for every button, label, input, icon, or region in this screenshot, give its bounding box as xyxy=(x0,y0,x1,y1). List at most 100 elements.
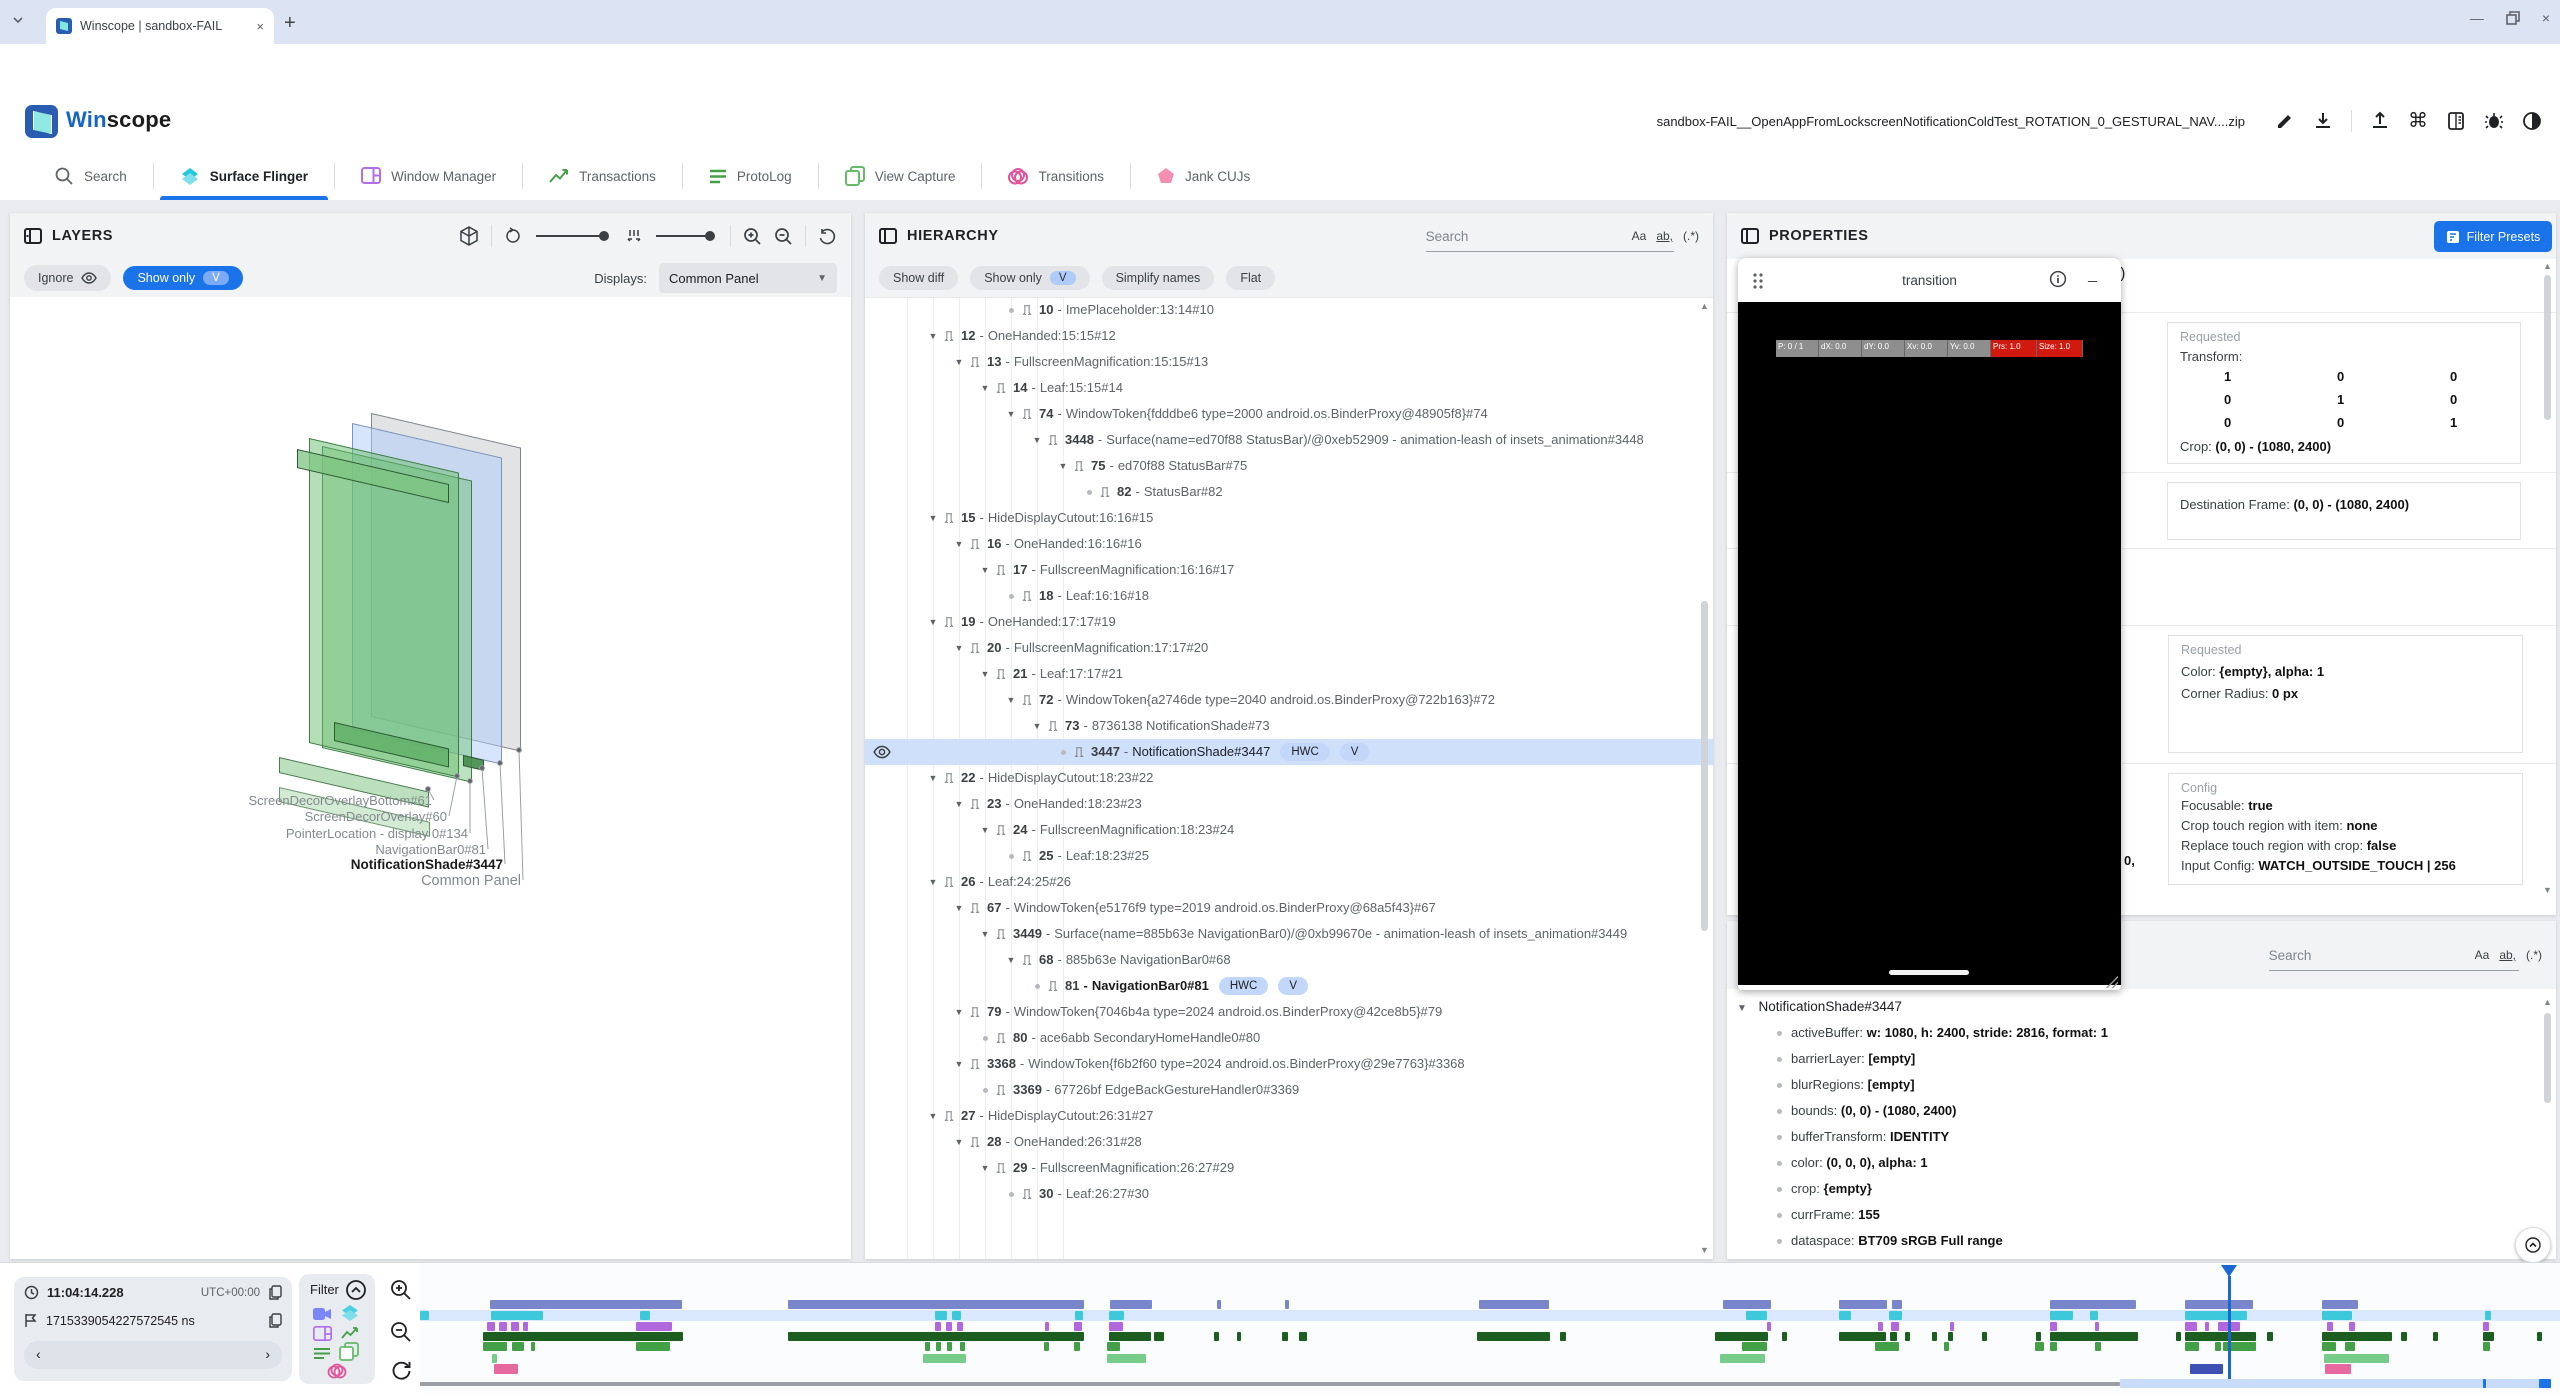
hierarchy-node-3447[interactable]: 3447-NotificationShade#3447HWCV xyxy=(865,739,1713,765)
protolog-track-segment[interactable] xyxy=(2215,1342,2221,1351)
panel-collapse-icon[interactable] xyxy=(879,227,897,245)
resize-handle-icon[interactable] xyxy=(2106,976,2118,988)
pin-icon[interactable] xyxy=(1021,843,1033,869)
pin-icon[interactable] xyxy=(969,1129,981,1155)
window-manager-track-segment[interactable] xyxy=(2185,1322,2197,1331)
protolog-track-segment[interactable] xyxy=(947,1342,952,1351)
transactions-track-segment[interactable] xyxy=(2176,1332,2181,1341)
expand-arrow-icon[interactable]: ▼ xyxy=(951,895,967,921)
tab-search-chevron-icon[interactable] xyxy=(12,14,24,26)
hierarchy-node-3368[interactable]: ▼3368-WindowToken{f6b2f60 type=2024 andr… xyxy=(865,1051,1713,1077)
surface-flinger-track-segment[interactable] xyxy=(1889,1311,1902,1320)
docs-icon[interactable] xyxy=(2446,111,2466,131)
hierarchy-node-14[interactable]: ▼14-Leaf:15:15#14 xyxy=(865,375,1713,401)
state-search-input[interactable]: Search xyxy=(2269,948,2459,963)
surface-flinger-track-segment[interactable] xyxy=(935,1311,947,1320)
transactions-track-segment[interactable] xyxy=(1214,1332,1219,1341)
surface-flinger-track-segment[interactable] xyxy=(640,1311,650,1320)
expand-arrow-icon[interactable]: ▼ xyxy=(925,869,941,895)
protolog-track-segment[interactable] xyxy=(936,1342,941,1351)
protolog-track-segment[interactable] xyxy=(636,1342,670,1351)
protolog-track-segment[interactable] xyxy=(2322,1342,2336,1351)
hierarchy-node-26[interactable]: ▼26-Leaf:24:25#26 xyxy=(865,869,1713,895)
tab-protolog[interactable]: ProtoLog xyxy=(683,152,818,200)
view-capture-track-segment[interactable] xyxy=(923,1354,966,1363)
screen-recording-track-segment[interactable] xyxy=(1839,1300,1887,1309)
hierarchy-node-67[interactable]: ▼67-WindowToken{e5176f9 type=2019 androi… xyxy=(865,895,1713,921)
window-manager-track-segment[interactable] xyxy=(2205,1322,2209,1331)
pin-icon[interactable] xyxy=(1021,947,1033,973)
surface-flinger-trace-icon[interactable] xyxy=(341,1304,359,1322)
window-close-icon[interactable]: × xyxy=(2542,10,2550,26)
window-manager-track-segment[interactable] xyxy=(499,1322,507,1331)
layer-label[interactable]: Common Panel xyxy=(10,873,521,889)
transitions-track-segment[interactable] xyxy=(2190,1364,2223,1374)
surface-flinger-track-segment[interactable] xyxy=(1075,1311,1083,1320)
window-manager-track-segment[interactable] xyxy=(1891,1322,1899,1331)
show-only-chip[interactable]: Show only V xyxy=(970,266,1089,290)
hierarchy-node-12[interactable]: ▼12-OneHanded:15:15#12 xyxy=(865,323,1713,349)
hierarchy-node-16[interactable]: ▼16-OneHanded:16:16#16 xyxy=(865,531,1713,557)
panel-collapse-icon[interactable] xyxy=(1741,227,1759,245)
hierarchy-node-75[interactable]: ▼75-ed70f88 StatusBar#75 xyxy=(865,453,1713,479)
protolog-track-segment[interactable] xyxy=(1875,1342,1899,1351)
expand-arrow-icon[interactable]: ▼ xyxy=(977,557,993,583)
regex-icon[interactable]: (.*) xyxy=(2526,948,2542,962)
tab-transitions[interactable]: Transitions xyxy=(982,152,1130,200)
transactions-track-segment[interactable] xyxy=(2267,1332,2273,1341)
window-manager-track-segment[interactable] xyxy=(2349,1322,2355,1331)
hierarchy-node-21[interactable]: ▼21-Leaf:17:17#21 xyxy=(865,661,1713,687)
state-property-bufferTransform[interactable]: bufferTransform: IDENTITY xyxy=(1791,1129,1949,1144)
window-manager-track-segment[interactable] xyxy=(1045,1322,1049,1331)
pin-icon[interactable] xyxy=(1047,713,1059,739)
expand-arrow-icon[interactable]: ▼ xyxy=(951,349,967,375)
surface-flinger-track-segment[interactable] xyxy=(1746,1311,1767,1320)
pin-icon[interactable] xyxy=(943,505,955,531)
hierarchy-node-18[interactable]: 18-Leaf:16:16#18 xyxy=(865,583,1713,609)
transactions-track-segment[interactable] xyxy=(2185,1332,2256,1341)
transactions-track-segment[interactable] xyxy=(1109,1332,1151,1341)
transactions-track-segment[interactable] xyxy=(1948,1332,1953,1341)
state-root-row[interactable]: ▼ NotificationShade#3447 xyxy=(1737,999,1902,1014)
window-manager-track-segment[interactable] xyxy=(1074,1322,1082,1331)
protolog-track-segment[interactable] xyxy=(960,1342,965,1351)
tab-close-icon[interactable]: × xyxy=(256,19,264,34)
transactions-track-segment[interactable] xyxy=(1890,1332,1897,1341)
layer-label[interactable]: NotificationShade#3447 xyxy=(10,857,503,872)
prev-frame-icon[interactable]: ‹ xyxy=(36,1346,41,1362)
minimize-icon[interactable]: _ xyxy=(2088,266,2097,284)
pin-icon[interactable] xyxy=(995,1155,1007,1181)
hierarchy-node-24[interactable]: ▼24-FullscreenMagnification:18:23#24 xyxy=(865,817,1713,843)
pin-icon[interactable] xyxy=(1073,739,1085,765)
protolog-track-segment[interactable] xyxy=(1074,1342,1080,1351)
expand-arrow-icon[interactable]: ▼ xyxy=(1003,401,1019,427)
protolog-track-segment[interactable] xyxy=(512,1342,524,1351)
utc-offset[interactable]: UTC+00:00 xyxy=(201,1287,260,1299)
screen-recording-track-segment[interactable] xyxy=(1723,1300,1771,1309)
hierarchy-node-28[interactable]: ▼28-OneHanded:26:31#28 xyxy=(865,1129,1713,1155)
screen-recording-track-segment[interactable] xyxy=(490,1300,682,1309)
surface-flinger-track-segment[interactable] xyxy=(952,1311,961,1320)
transactions-track-segment[interactable] xyxy=(1932,1332,1937,1341)
flat-chip[interactable]: Flat xyxy=(1226,266,1275,290)
transactions-track-segment[interactable] xyxy=(788,1332,1084,1341)
rotate-3d-icon[interactable] xyxy=(504,227,522,245)
protolog-track-segment[interactable] xyxy=(483,1342,507,1351)
match-word-icon[interactable]: ab, xyxy=(2499,948,2516,962)
pin-icon[interactable] xyxy=(1021,1181,1033,1207)
transactions-track-segment[interactable] xyxy=(1282,1332,1288,1341)
cube-3d-icon[interactable] xyxy=(459,226,479,246)
zoom-in-icon[interactable] xyxy=(743,227,762,246)
collapse-filter-icon[interactable] xyxy=(345,1279,367,1301)
layers-3d-canvas[interactable]: ScreenDecorOverlayBottom#61ScreenDecorOv… xyxy=(10,297,851,1259)
hierarchy-scrollbar[interactable]: ▲ ▼ xyxy=(1699,301,1711,1255)
surface-flinger-track-segment[interactable] xyxy=(1839,1311,1851,1320)
rotation-slider[interactable] xyxy=(534,229,614,243)
transactions-track-segment[interactable] xyxy=(2401,1332,2407,1341)
window-manager-track-segment[interactable] xyxy=(957,1322,963,1331)
spacing-slider[interactable] xyxy=(654,229,718,243)
hierarchy-node-3449[interactable]: ▼3449-Surface(name=885b63e NavigationBar… xyxy=(865,921,1713,947)
state-property-activeBuffer[interactable]: activeBuffer: w: 1080, h: 2400, stride: … xyxy=(1791,1025,2108,1040)
match-case-icon[interactable]: Aa xyxy=(1632,229,1647,243)
pin-icon[interactable] xyxy=(1047,973,1059,999)
